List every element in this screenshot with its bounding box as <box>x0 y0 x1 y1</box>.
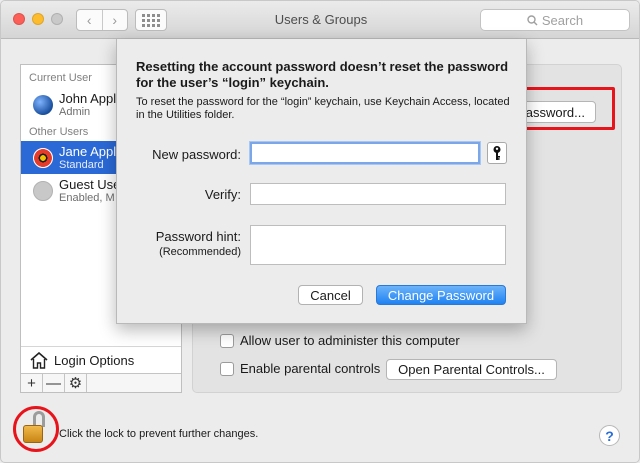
user-name: Jane Appl <box>59 144 117 159</box>
allow-admin-label: Allow user to administer this computer <box>240 333 460 348</box>
user-role: Admin <box>59 106 91 118</box>
add-user-button[interactable]: + <box>21 374 43 392</box>
password-hint-label: Password hint: <box>155 229 241 244</box>
cancel-button[interactable]: Cancel <box>298 285 363 305</box>
gear-icon[interactable]: ⚙ <box>65 374 87 392</box>
house-icon <box>30 351 48 369</box>
target-avatar-icon <box>33 148 53 168</box>
guest-avatar-icon <box>33 181 53 201</box>
search-placeholder: Search <box>541 12 584 28</box>
reset-password-sheet: Resetting the account password doesn’t r… <box>116 39 527 324</box>
user-name: John Appl <box>59 91 117 106</box>
annotation-highlight-rectangle <box>522 87 615 130</box>
sheet-title: Resetting the account password doesn’t r… <box>136 59 509 90</box>
login-options-item[interactable]: Login Options <box>21 346 181 373</box>
allow-admin-row[interactable]: Allow user to administer this computer <box>220 333 460 348</box>
globe-avatar-icon <box>33 95 53 115</box>
change-password-button[interactable]: Change Password <box>376 285 506 305</box>
login-options-label: Login Options <box>54 352 135 368</box>
help-button[interactable]: ? <box>599 425 620 446</box>
new-password-field[interactable] <box>250 142 480 164</box>
remove-user-button[interactable]: — <box>43 374 65 392</box>
password-hint-recommended: (Recommended) <box>159 246 241 258</box>
verify-label: Verify: <box>204 187 241 202</box>
allow-admin-checkbox[interactable] <box>220 333 234 348</box>
title-bar: ‹ › Users & Groups Search <box>1 1 639 39</box>
search-field[interactable]: Search <box>480 9 630 31</box>
parental-controls-label: Enable parental controls <box>240 361 381 376</box>
password-assistant-key-icon[interactable] <box>487 142 507 164</box>
new-password-label: New password: <box>152 147 241 162</box>
parental-controls-checkbox[interactable] <box>220 361 234 376</box>
password-hint-field[interactable] <box>250 225 506 265</box>
sheet-message: To reset the password for the “login” ke… <box>136 96 510 121</box>
users-groups-window: ‹ › Users & Groups Search Current User J… <box>0 0 640 463</box>
other-users-header: Other Users <box>29 126 89 138</box>
user-name: Guest Use <box>59 177 121 192</box>
verify-field[interactable] <box>250 183 506 205</box>
current-user-header: Current User <box>29 72 92 84</box>
open-parental-controls-button[interactable]: Open Parental Controls... <box>386 359 557 380</box>
user-role: Enabled, M <box>59 192 115 204</box>
search-icon <box>527 14 538 25</box>
parental-controls-row[interactable]: Enable parental controls <box>220 361 380 376</box>
lock-status-text: Click the lock to prevent further change… <box>59 428 259 440</box>
annotation-highlight-circle <box>13 406 59 452</box>
sidebar-toolbar: + — ⚙ <box>21 373 181 392</box>
user-role: Standard <box>59 159 104 171</box>
